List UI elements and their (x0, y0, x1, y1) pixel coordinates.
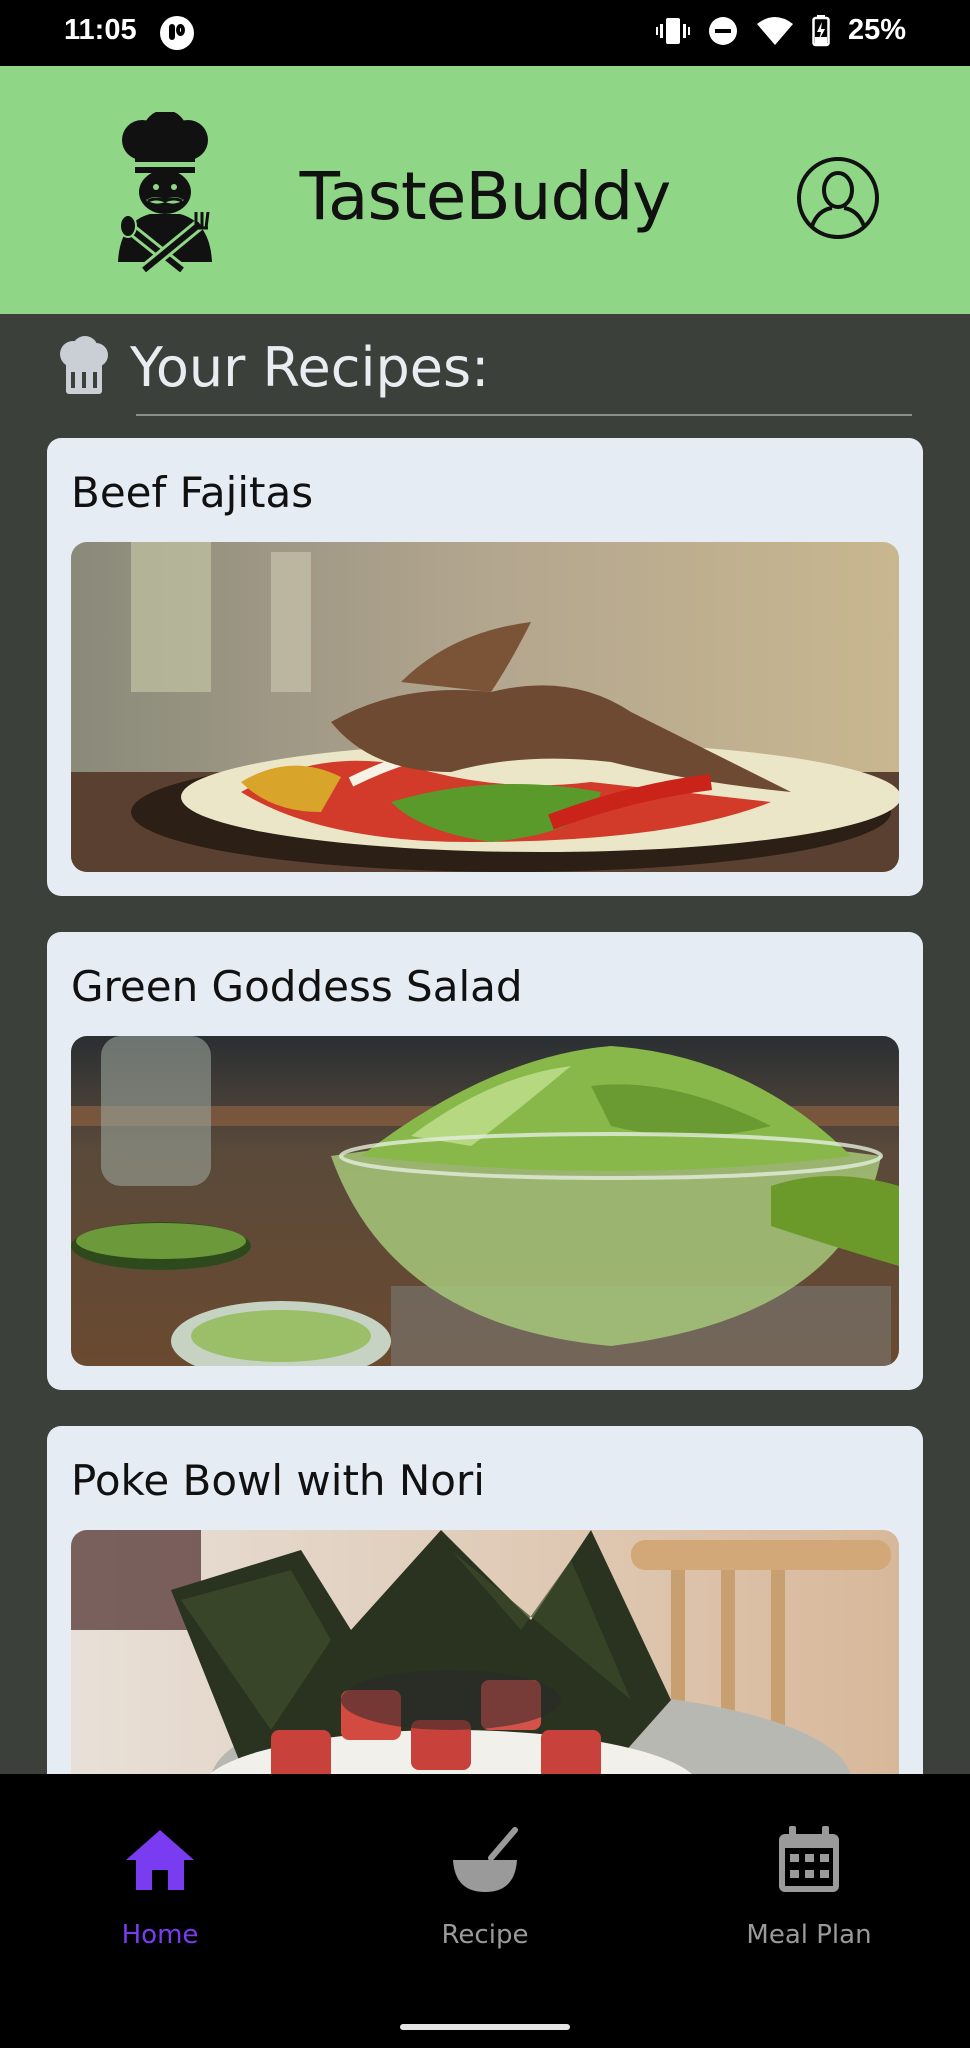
nav-item-meal-plan[interactable]: Meal Plan (659, 1820, 959, 1980)
status-icons: 25% (655, 14, 906, 47)
status-time: 11:05 (64, 14, 137, 46)
green-goddess-salad-photo (71, 1036, 899, 1366)
recipe-title: Green Goddess Salad (71, 962, 523, 1011)
nav-item-home[interactable]: Home (10, 1820, 310, 1980)
gesture-home-indicator[interactable] (400, 2024, 570, 2030)
bottom-navigation: Home Recipe Meal Plan (0, 1774, 970, 2048)
section-header: Your Recipes: (56, 328, 912, 418)
mixing-bowl-icon (453, 1827, 518, 1892)
nav-item-recipe[interactable]: Recipe (335, 1820, 635, 1980)
recipe-card-beef-fajitas[interactable]: Beef Fajitas (47, 438, 923, 896)
user-profile-icon[interactable] (796, 156, 880, 240)
app-header: TasteBuddy (0, 66, 970, 314)
wifi-icon (756, 16, 793, 45)
section-title: Your Recipes: (130, 336, 490, 399)
app-notification-icon (160, 16, 194, 50)
home-icon (126, 1830, 194, 1890)
battery-charging-icon (812, 14, 830, 46)
poke-bowl-photo (71, 1530, 899, 1774)
nav-label-recipe: Recipe (441, 1920, 529, 1950)
status-bar: 11:05 25% (0, 0, 970, 66)
beef-fajitas-photo (71, 542, 899, 872)
chef-hat-icon (60, 336, 108, 394)
battery-percent: 25% (847, 14, 906, 46)
vibrate-icon (655, 17, 690, 44)
do-not-disturb-icon (708, 16, 737, 45)
nav-label-home: Home (121, 1920, 199, 1950)
recipe-card-poke-bowl[interactable]: Poke Bowl with Nori (47, 1426, 923, 1774)
recipe-title: Beef Fajitas (71, 468, 314, 517)
nav-label-meal-plan: Meal Plan (746, 1920, 872, 1950)
section-divider (136, 414, 912, 416)
recipe-card-green-goddess-salad[interactable]: Green Goddess Salad (47, 932, 923, 1390)
recipe-title: Poke Bowl with Nori (71, 1456, 485, 1505)
calendar-icon (779, 1826, 839, 1892)
recipes-content[interactable]: Your Recipes: Beef Fajitas Green Goddess… (0, 314, 970, 1774)
